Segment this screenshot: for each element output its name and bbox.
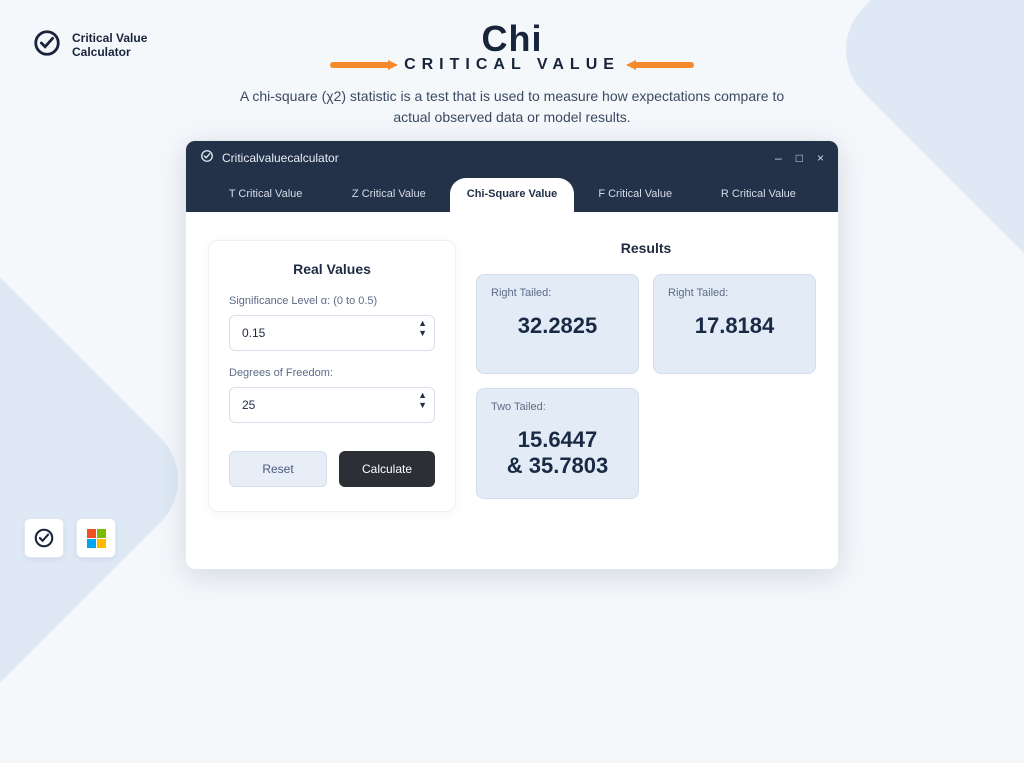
result-right-tailed-1: Right Tailed: 32.2825 bbox=[476, 274, 639, 374]
result-value: 32.2825 bbox=[491, 313, 624, 339]
alpha-step-down[interactable]: ▼ bbox=[418, 333, 427, 343]
maximize-button[interactable]: □ bbox=[796, 151, 803, 165]
calculate-button[interactable]: Calculate bbox=[339, 451, 435, 487]
result-label: Right Tailed: bbox=[668, 287, 801, 299]
page-title: Chi bbox=[0, 18, 1024, 60]
tab-chi-square[interactable]: Chi-Square Value bbox=[450, 178, 573, 212]
window-title: Criticalvaluecalculator bbox=[222, 151, 339, 165]
result-two-tailed: Two Tailed: 15.6447 & 35.7803 bbox=[476, 388, 639, 499]
tab-t-critical[interactable]: T Critical Value bbox=[204, 178, 327, 212]
result-label: Right Tailed: bbox=[491, 287, 624, 299]
pencil-left-icon bbox=[330, 62, 390, 68]
dof-spinner: ▲ ▼ bbox=[418, 395, 427, 415]
reset-button[interactable]: Reset bbox=[229, 451, 327, 487]
tab-bar: T Critical Value Z Critical Value Chi-Sq… bbox=[186, 174, 838, 212]
dof-step-down[interactable]: ▼ bbox=[418, 405, 427, 415]
alpha-input[interactable] bbox=[229, 315, 435, 351]
tab-r-critical[interactable]: R Critical Value bbox=[697, 178, 820, 212]
hero-subtitle-row: CRITICAL VALUE bbox=[0, 56, 1024, 74]
window-controls: – □ × bbox=[775, 151, 824, 165]
result-label: Two Tailed: bbox=[491, 401, 624, 413]
alpha-spinner: ▲ ▼ bbox=[418, 323, 427, 343]
hero-description: A chi-square (χ2) statistic is a test th… bbox=[232, 86, 792, 128]
close-button[interactable]: × bbox=[817, 151, 824, 165]
tray-app-icon[interactable] bbox=[24, 518, 64, 558]
tray-windows-icon[interactable] bbox=[76, 518, 116, 558]
tray-icons bbox=[24, 518, 116, 558]
alpha-label: Significance Level α: (0 to 0.5) bbox=[229, 295, 435, 307]
inputs-panel-title: Real Values bbox=[229, 261, 435, 277]
inputs-panel: Real Values Significance Level α: (0 to … bbox=[208, 240, 456, 512]
titlebar: Criticalvaluecalculator – □ × bbox=[186, 141, 838, 174]
results-panel-title: Results bbox=[476, 240, 816, 256]
alpha-input-wrap: ▲ ▼ bbox=[229, 315, 435, 351]
dof-label: Degrees of Freedom: bbox=[229, 367, 435, 379]
results-panel: Results Right Tailed: 32.2825 Right Tail… bbox=[476, 240, 816, 512]
background-shape-left bbox=[0, 197, 203, 763]
button-row: Reset Calculate bbox=[229, 451, 435, 487]
titlebar-logo-icon bbox=[200, 149, 214, 166]
dof-input-wrap: ▲ ▼ bbox=[229, 387, 435, 423]
result-value: 15.6447 & 35.7803 bbox=[491, 427, 624, 480]
dof-input[interactable] bbox=[229, 387, 435, 423]
hero: Chi CRITICAL VALUE A chi-square (χ2) sta… bbox=[0, 0, 1024, 128]
tab-f-critical[interactable]: F Critical Value bbox=[574, 178, 697, 212]
result-right-tailed-2: Right Tailed: 17.8184 bbox=[653, 274, 816, 374]
hero-subtitle: CRITICAL VALUE bbox=[404, 56, 620, 74]
results-grid: Right Tailed: 32.2825 Right Tailed: 17.8… bbox=[476, 274, 816, 499]
app-window: Criticalvaluecalculator – □ × T Critical… bbox=[185, 140, 839, 570]
tab-z-critical[interactable]: Z Critical Value bbox=[327, 178, 450, 212]
minimize-button[interactable]: – bbox=[775, 151, 782, 165]
app-body: Real Values Significance Level α: (0 to … bbox=[186, 212, 838, 540]
pencil-right-icon bbox=[634, 62, 694, 68]
result-value: 17.8184 bbox=[668, 313, 801, 339]
